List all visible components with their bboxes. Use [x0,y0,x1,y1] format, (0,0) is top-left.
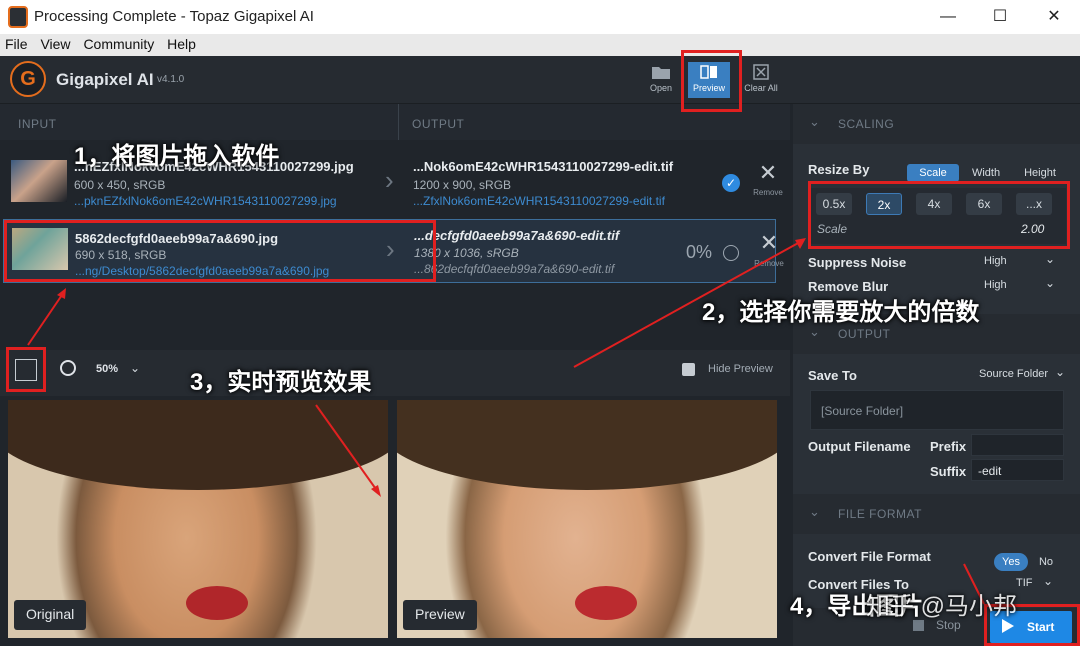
annotation-step-1: 1，将图片拖入软件 [74,143,280,170]
arrow-line [315,404,379,493]
annotation-step-2: 2，选择你需要放大的倍数 [702,299,980,326]
annotation-step-3: 3，实时预览效果 [190,369,372,396]
watermark: 知乎 @马小邦 [866,593,1018,620]
arrow-line [27,291,65,346]
arrow-head [371,485,381,497]
